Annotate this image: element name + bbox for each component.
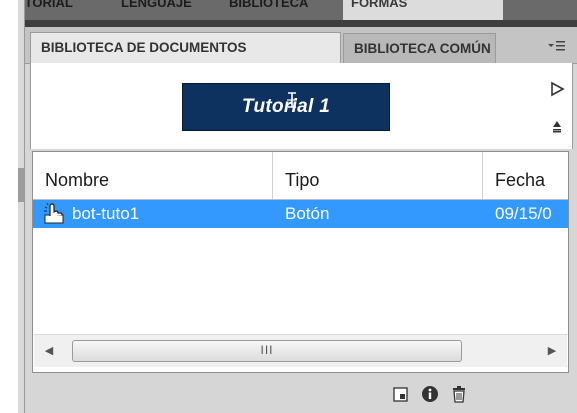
button-symbol-icon bbox=[44, 203, 64, 224]
text-cursor-icon bbox=[287, 92, 297, 108]
column-header-fecha[interactable]: Fecha bbox=[483, 152, 568, 199]
scroll-thumb[interactable]: III bbox=[72, 340, 462, 362]
properties-icon[interactable] bbox=[421, 385, 439, 403]
tab-separator bbox=[25, 20, 577, 27]
left-dock-strip bbox=[0, 0, 25, 413]
delete-icon[interactable] bbox=[450, 385, 468, 403]
stop-icon[interactable] bbox=[548, 119, 566, 137]
symbol-preview: Tutorial 1 bbox=[30, 63, 573, 149]
tab-formas[interactable]: FORMAS bbox=[343, 0, 510, 20]
tab-biblioteca-comun[interactable]: BIBLIOTECA COMÚN bbox=[343, 33, 496, 63]
panel-options-menu-icon[interactable] bbox=[545, 37, 567, 55]
tab-extra[interactable] bbox=[503, 0, 577, 20]
row-date: 09/15/0 bbox=[495, 204, 552, 223]
column-header-nombre[interactable]: Nombre bbox=[33, 152, 273, 199]
tab-biblioteca-de-documentos[interactable]: BIBLIOTECA DE DOCUMENTOS bbox=[30, 32, 341, 64]
tab-biblioteca[interactable]: BIBLIOTECA bbox=[221, 0, 350, 20]
list-header: Nombre Tipo Fecha bbox=[33, 152, 568, 200]
library-bottom-toolbar bbox=[25, 375, 577, 413]
upper-panel-tabs: HISTORIAL LENGUAJE BIBLIOTECA FORMAS bbox=[25, 0, 577, 27]
horizontal-scrollbar[interactable]: ◀ III ▶ bbox=[34, 334, 567, 367]
library-item-list: Nombre Tipo Fecha bot-tuto1 Botón 09/15/… bbox=[32, 151, 569, 373]
play-icon[interactable] bbox=[548, 81, 566, 99]
table-row[interactable]: bot-tuto1 Botón 09/15/0 bbox=[33, 200, 568, 228]
row-type: Botón bbox=[285, 204, 330, 223]
new-symbol-icon[interactable] bbox=[392, 385, 410, 403]
scroll-left-icon[interactable]: ◀ bbox=[34, 335, 64, 367]
dock-splitter[interactable] bbox=[18, 0, 25, 413]
tab-lenguaje[interactable]: LENGUAJE bbox=[113, 0, 228, 20]
column-header-tipo[interactable]: Tipo bbox=[273, 152, 483, 199]
splitter-handle[interactable] bbox=[18, 168, 24, 202]
tab-historial[interactable]: HISTORIAL bbox=[25, 0, 122, 20]
scroll-right-icon[interactable]: ▶ bbox=[537, 335, 567, 367]
library-tab-strip: BIBLIOTECA DE DOCUMENTOS BIBLIOTECA COMÚ… bbox=[25, 27, 577, 64]
library-panel: HISTORIAL LENGUAJE BIBLIOTECA FORMAS BIB… bbox=[25, 0, 577, 413]
row-name: bot-tuto1 bbox=[72, 204, 140, 223]
